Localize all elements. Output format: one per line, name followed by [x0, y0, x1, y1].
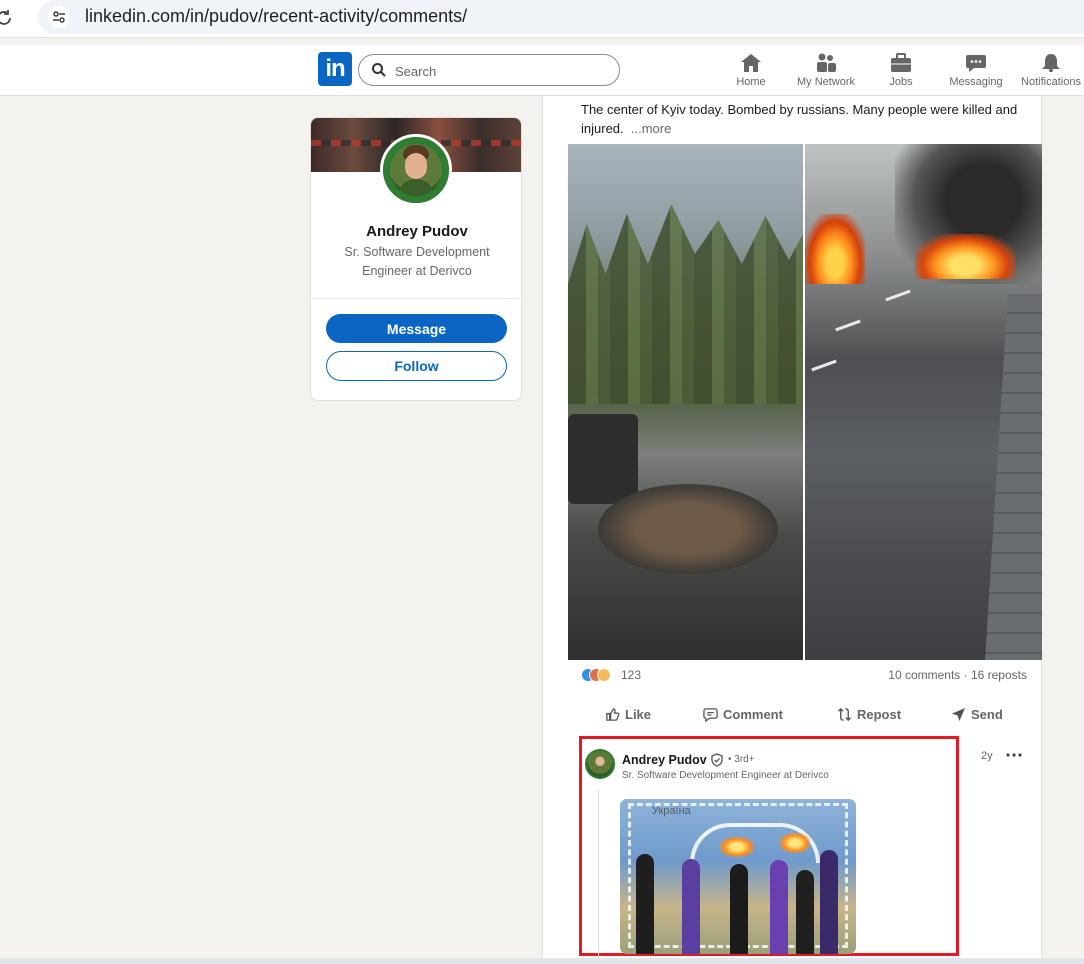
fire-area	[915, 234, 1015, 279]
feed-post-card: The center of Kyiv today. Bombed by russ…	[542, 96, 1042, 964]
nav-notifications[interactable]: Notifications	[1016, 52, 1084, 92]
post-image-left	[568, 144, 803, 660]
divider	[311, 298, 521, 299]
nav-notifications-label: Notifications	[1021, 76, 1081, 88]
profile-card: Andrey Pudov Sr. Software Development En…	[310, 117, 522, 401]
linkedin-logo[interactable]: in	[318, 52, 352, 86]
send-button[interactable]: Send	[951, 702, 1003, 726]
network-icon	[817, 53, 836, 72]
explosion-drawing	[780, 833, 810, 853]
lane-mark	[885, 289, 911, 302]
trees-area	[568, 204, 803, 404]
follow-button[interactable]: Follow	[326, 351, 507, 381]
post-action-bar: Like Comment Repost Send	[581, 702, 1027, 728]
person-figure	[770, 860, 788, 954]
search-box[interactable]	[358, 54, 620, 86]
comment-image[interactable]: Україна	[620, 799, 856, 954]
comment-author-headline: Sr. Software Development Engineer at Der…	[622, 770, 829, 781]
reload-icon[interactable]	[0, 8, 14, 28]
profile-headline: Sr. Software Development Engineer at Der…	[344, 245, 490, 278]
fire-area	[805, 214, 865, 284]
explosion-drawing	[720, 837, 754, 857]
repost-button[interactable]: Repost	[837, 702, 901, 726]
nav-jobs[interactable]: Jobs	[866, 52, 936, 92]
thumbs-up-icon	[606, 707, 620, 721]
person-figure	[636, 854, 654, 954]
nav-my-network[interactable]: My Network	[791, 52, 861, 92]
post-stats: 123 10 comments · 16 reposts	[581, 666, 1027, 686]
search-input[interactable]	[395, 61, 605, 81]
comments-reposts-count[interactable]: 10 comments · 16 reposts	[888, 668, 1027, 682]
stamp-text: Україна	[652, 805, 691, 817]
insightful-reaction-icon	[597, 668, 611, 682]
comment-icon	[703, 707, 718, 722]
thread-line	[598, 789, 599, 959]
site-info-icon[interactable]	[48, 6, 70, 28]
crater-area	[598, 484, 778, 574]
lane-mark	[811, 359, 837, 372]
more-options-icon[interactable]	[1005, 749, 1023, 761]
comment-author-name[interactable]: Andrey Pudov	[622, 753, 707, 767]
highlighted-comment: Andrey Pudov • 3rd+ Sr. Software Develop…	[579, 736, 959, 959]
url-field[interactable]: linkedin.com/in/pudov/recent-activity/co…	[38, 0, 1084, 34]
message-button[interactable]: Message	[326, 314, 507, 343]
see-more-link[interactable]: ...more	[631, 121, 671, 136]
like-label: Like	[625, 706, 652, 722]
comment-label: Comment	[723, 706, 783, 722]
person-figure	[820, 850, 838, 954]
post-image-right	[805, 144, 1042, 660]
browser-address-bar: linkedin.com/in/pudov/recent-activity/co…	[0, 0, 1084, 38]
nav-messaging[interactable]: Messaging	[941, 52, 1011, 92]
nav-my-network-label: My Network	[796, 76, 856, 88]
person-figure	[730, 864, 748, 954]
lane-mark	[835, 319, 861, 332]
search-icon	[372, 63, 386, 77]
like-button[interactable]: Like	[605, 702, 651, 726]
nav-jobs-label: Jobs	[889, 76, 913, 88]
nav-home[interactable]: Home	[716, 52, 786, 92]
wreck-area	[568, 414, 638, 504]
repost-icon	[837, 707, 852, 721]
send-label: Send	[971, 706, 1003, 722]
reaction-count[interactable]: 123	[621, 668, 641, 682]
curb-area	[985, 294, 1042, 660]
comment-author-avatar[interactable]	[585, 749, 615, 779]
bottom-edge	[0, 958, 1084, 964]
person-figure	[682, 859, 700, 954]
profile-name[interactable]: Andrey Pudov	[311, 223, 521, 240]
open-to-work-ring	[383, 137, 449, 203]
nav-home-label: Home	[736, 76, 766, 88]
verified-shield-icon	[711, 753, 723, 767]
send-icon	[951, 707, 966, 721]
bell-icon	[1042, 54, 1060, 72]
comment-button[interactable]: Comment	[703, 702, 783, 726]
briefcase-icon	[891, 53, 911, 72]
url-text[interactable]: linkedin.com/in/pudov/recent-activity/co…	[85, 6, 467, 27]
home-icon	[741, 54, 761, 72]
post-image[interactable]	[568, 144, 1042, 660]
person-figure	[796, 870, 814, 954]
nav-messaging-label: Messaging	[949, 76, 1003, 88]
reaction-icons[interactable]	[581, 668, 621, 684]
repost-label: Repost	[857, 706, 902, 722]
messaging-icon	[966, 55, 986, 72]
comment-timestamp: 2y	[981, 750, 993, 762]
connection-degree: • 3rd+	[728, 754, 755, 765]
post-text: The center of Kyiv today. Bombed by russ…	[581, 100, 1031, 138]
linkedin-top-nav: in Home My Network Jobs Messaging	[0, 45, 1084, 96]
profile-avatar[interactable]	[380, 134, 452, 206]
